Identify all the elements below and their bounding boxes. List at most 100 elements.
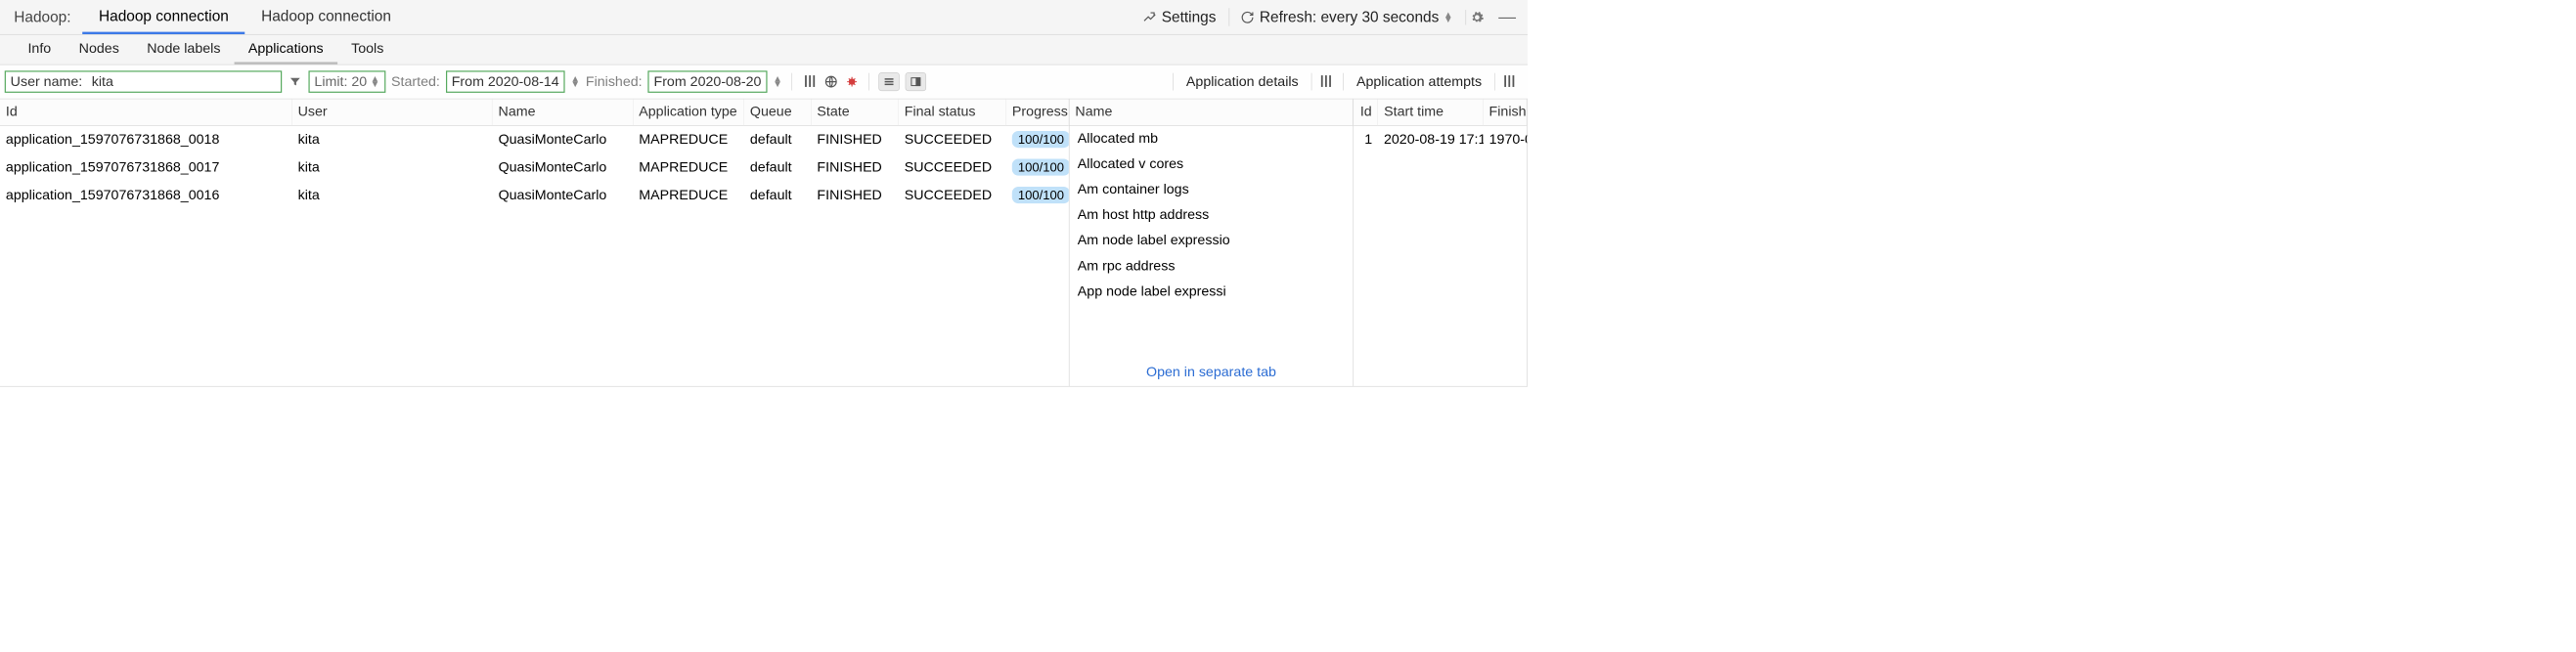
list-item[interactable]: App node label expressi: [1069, 279, 1353, 304]
stepper-icon: ▲▼: [1443, 12, 1452, 22]
sub-tab-applications[interactable]: Applications: [235, 35, 337, 65]
sub-tab-label: Node labels: [147, 40, 220, 57]
th-id[interactable]: Id: [0, 99, 292, 125]
th-name[interactable]: Name: [1069, 99, 1353, 125]
user-filter[interactable]: User name:: [5, 70, 282, 93]
cell-progress: 100/100: [1006, 154, 1069, 180]
top-tabs-right: Settings Refresh: every 30 seconds ▲▼ —: [1136, 0, 1528, 34]
sub-tab-label: Applications: [248, 40, 324, 57]
application-details-panel: Name Allocated mb Allocated v cores Am c…: [1069, 99, 1354, 386]
cell-start: 2020-08-19 17:17:22: [1378, 127, 1484, 152]
th-id[interactable]: Id: [1354, 99, 1378, 125]
gear-icon: [1470, 10, 1485, 24]
limit-label: Limit: 20: [314, 73, 367, 90]
divider: [1173, 73, 1174, 91]
list-item[interactable]: Am container logs: [1069, 177, 1353, 202]
list-item[interactable]: Am host http address: [1069, 202, 1353, 228]
th-user[interactable]: User: [292, 99, 493, 125]
th-name[interactable]: Name: [493, 99, 634, 125]
th-progress[interactable]: Progress: [1006, 99, 1069, 125]
table-row[interactable]: application_1597076731868_0017 kita Quas…: [0, 153, 1069, 181]
progress-badge: 100/100: [1012, 187, 1069, 203]
refresh-button[interactable]: Refresh: every 30 seconds ▲▼: [1228, 8, 1458, 25]
user-name-label: User name:: [11, 73, 83, 90]
th-start-time[interactable]: Start time: [1378, 99, 1483, 125]
top-tab-label: Hadoop connection: [99, 7, 229, 24]
sub-tab-tools[interactable]: Tools: [337, 35, 398, 65]
cell-user: kita: [292, 154, 493, 180]
wrench-icon: [1142, 10, 1157, 24]
cell-state: FINISHED: [811, 183, 898, 208]
th-queue[interactable]: Queue: [744, 99, 812, 125]
progress-badge: 100/100: [1012, 158, 1069, 175]
cell-state: FINISHED: [811, 154, 898, 180]
view-list-button[interactable]: [878, 72, 899, 91]
cell-state: FINISHED: [811, 127, 898, 152]
cell-user: kita: [292, 127, 493, 152]
open-in-separate-tab-link[interactable]: Open in separate tab: [1069, 358, 1353, 385]
cell-queue: default: [744, 183, 812, 208]
table-row[interactable]: application_1597076731868_0016 kita Quas…: [0, 182, 1069, 209]
sub-tab-nodes[interactable]: Nodes: [65, 35, 133, 65]
top-tab-label: Hadoop connection: [261, 7, 391, 24]
user-name-input[interactable]: [91, 73, 277, 91]
table-row[interactable]: application_1597076731868_0018 kita Quas…: [0, 126, 1069, 153]
th-state[interactable]: State: [811, 99, 898, 125]
tab-hadoop-connection-2[interactable]: Hadoop connection: [244, 0, 407, 34]
stepper-icon[interactable]: ▲▼: [571, 76, 580, 87]
started-value: From 2020-08-14: [452, 73, 559, 90]
cell-app-type: MAPREDUCE: [633, 154, 744, 180]
app-table-head: Id User Name Application type Queue Stat…: [0, 99, 1069, 125]
applications-table: Id User Name Application type Queue Stat…: [0, 99, 1069, 386]
minimize-button[interactable]: —: [1495, 7, 1520, 26]
divider: [791, 73, 792, 91]
view-split-button[interactable]: [905, 72, 925, 91]
application-details-title: Application details: [1177, 73, 1308, 90]
finished-date[interactable]: From 2020-08-20: [648, 70, 768, 93]
list-item[interactable]: Allocated mb: [1069, 126, 1353, 152]
columns-icon[interactable]: [1315, 75, 1340, 89]
cell-name: QuasiMonteCarlo: [493, 183, 634, 208]
list-item[interactable]: Allocated v cores: [1069, 152, 1353, 177]
cell-name: QuasiMonteCarlo: [493, 154, 634, 180]
cell-final-status: SUCCEEDED: [899, 154, 1006, 180]
filter-icon[interactable]: [288, 74, 302, 89]
gear-button[interactable]: [1466, 10, 1488, 24]
list-item[interactable]: Am rpc address: [1069, 253, 1353, 279]
sub-tab-node-labels[interactable]: Node labels: [133, 35, 235, 65]
cell-id: 1: [1354, 127, 1378, 152]
started-label: Started:: [391, 73, 440, 90]
started-date[interactable]: From 2020-08-14: [446, 70, 565, 93]
columns-icon[interactable]: [1498, 75, 1523, 89]
limit-stepper[interactable]: Limit: 20 ▲▼: [309, 70, 386, 93]
top-tabs-left: Hadoop: Hadoop connection Hadoop connect…: [0, 0, 1136, 34]
sub-tab-info[interactable]: Info: [14, 35, 65, 65]
columns-icon[interactable]: [805, 75, 818, 89]
th-final-status[interactable]: Final status: [899, 99, 1006, 125]
table-row[interactable]: 1 2020-08-19 17:17:22 1970-0: [1354, 126, 1527, 153]
bug-icon[interactable]: [844, 74, 859, 89]
tab-hadoop-connection-1[interactable]: Hadoop connection: [82, 0, 244, 34]
divider: [868, 73, 869, 91]
hadoop-label: Hadoop:: [0, 8, 82, 25]
cell-queue: default: [744, 127, 812, 152]
details-panel-header: Application details Application attempts: [1170, 73, 1523, 91]
sub-tab-label: Info: [27, 40, 51, 57]
th-finished[interactable]: Finishe: [1484, 99, 1528, 125]
cell-progress: 100/100: [1006, 127, 1069, 152]
list-item[interactable]: Am node label expressio: [1069, 228, 1353, 253]
cell-app-type: MAPREDUCE: [633, 127, 744, 152]
cell-final-status: SUCCEEDED: [899, 183, 1006, 208]
progress-badge: 100/100: [1012, 131, 1069, 148]
attempts-head: Id Start time Finishe: [1354, 99, 1527, 125]
settings-button[interactable]: Settings: [1136, 8, 1222, 25]
divider: [1343, 73, 1344, 91]
data-panes: Id User Name Application type Queue Stat…: [0, 99, 1528, 386]
cell-finished: 1970-0: [1484, 127, 1528, 152]
finished-value: From 2020-08-20: [653, 73, 761, 90]
globe-icon[interactable]: [823, 74, 838, 89]
stepper-icon[interactable]: ▲▼: [773, 76, 781, 87]
th-app-type[interactable]: Application type: [633, 99, 744, 125]
cell-id: application_1597076731868_0017: [0, 154, 292, 180]
cell-id: application_1597076731868_0018: [0, 127, 292, 152]
